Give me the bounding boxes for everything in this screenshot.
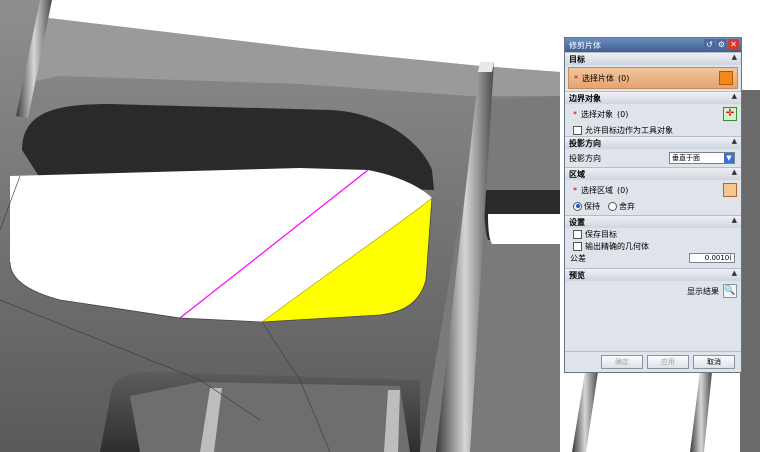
apply-button[interactable]: 应用 (647, 355, 689, 369)
keep-label: 保持 (584, 201, 600, 211)
select-sheet-row[interactable]: * 选择片体 (0) (568, 67, 738, 89)
keep-target-label: 保存目标 (585, 229, 617, 239)
crosshair-icon[interactable]: ✛ (723, 107, 737, 121)
close-icon[interactable]: ✕ (728, 39, 739, 50)
allow-target-edge-row[interactable]: 允许目标边作为工具对象 (565, 124, 741, 136)
sheet-body-icon[interactable] (719, 71, 733, 85)
output-exact-row[interactable]: 输出精确的几何体 (565, 240, 741, 252)
section-boundary-title: 边界对象 (569, 93, 601, 103)
select-region-label: 选择区域 (581, 185, 613, 195)
section-target-title: 目标 (569, 54, 585, 64)
region-option-row: 保持 舍弃 (565, 200, 741, 212)
gear-icon[interactable]: ⚙ (716, 39, 727, 50)
output-exact-checkbox[interactable] (573, 241, 582, 251)
tolerance-input[interactable]: 0.0010( (689, 253, 735, 263)
trim-sheet-dialog: 修剪片体 ↺ ⚙ ✕ 目标 ▲ * 选择片体 (0) 边界对象 ▲ * 选择对象… (564, 37, 742, 373)
tolerance-label: 公差 (570, 254, 586, 263)
dialog-title: 修剪片体 (569, 40, 601, 50)
collapse-icon[interactable]: ▲ (732, 137, 737, 145)
projection-label: 投影方向 (569, 153, 601, 163)
part-far-right-surface (740, 90, 760, 452)
tolerance-row: 公差 0.0010( (565, 252, 741, 265)
select-object-label: 选择对象 (581, 109, 613, 119)
keep-target-checkbox[interactable] (573, 229, 582, 239)
bottom-ledge (130, 382, 410, 452)
select-sheet-count: (0) (618, 73, 630, 83)
show-result-row[interactable]: 显示结果 🔍 (565, 281, 741, 301)
show-result-label: 显示结果 (687, 286, 719, 296)
keep-radio[interactable] (573, 201, 582, 211)
section-target-header[interactable]: 目标 ▲ (565, 52, 741, 65)
reset-icon[interactable]: ↺ (704, 39, 715, 50)
section-projection-title: 投影方向 (569, 138, 601, 148)
section-settings-title: 设置 (569, 217, 585, 227)
side-opening-inner (488, 214, 560, 244)
section-preview-title: 预览 (569, 270, 585, 280)
keep-target-row[interactable]: 保存目标 (565, 228, 741, 240)
magnifier-icon[interactable]: 🔍 (723, 284, 737, 298)
collapse-icon[interactable]: ▲ (732, 216, 737, 224)
section-settings-header[interactable]: 设置 ▲ (565, 215, 741, 228)
collapse-icon[interactable]: ▲ (732, 168, 737, 176)
collapse-icon[interactable]: ▲ (732, 269, 737, 277)
collapse-icon[interactable]: ▲ (732, 92, 737, 100)
select-region-count: (0) (617, 185, 629, 195)
section-projection-header[interactable]: 投影方向 ▲ (565, 136, 741, 149)
projection-dropdown[interactable]: 垂直于面 ▼ (669, 152, 735, 164)
required-star-icon: * (574, 73, 578, 83)
projection-dropdown-value: 垂直于面 (672, 154, 700, 162)
allow-target-edge-label: 允许目标边作为工具对象 (585, 125, 673, 135)
chevron-down-icon[interactable]: ▼ (724, 153, 734, 163)
collapse-icon[interactable]: ▲ (732, 53, 737, 61)
discard-radio[interactable] (608, 201, 617, 211)
section-region-title: 区域 (569, 169, 585, 179)
section-preview-header[interactable]: 预览 ▲ (565, 268, 741, 281)
dialog-titlebar[interactable]: 修剪片体 ↺ ⚙ ✕ (565, 38, 741, 52)
center-rib-edge (478, 62, 494, 72)
select-object-row[interactable]: * 选择对象 (0) ✛ (565, 104, 741, 124)
dialog-button-bar: 确定 应用 取消 (565, 351, 741, 372)
required-star-icon: * (573, 185, 577, 195)
select-sheet-label: 选择片体 (582, 73, 614, 83)
select-region-row[interactable]: * 选择区域 (0) (565, 180, 741, 200)
section-boundary-header[interactable]: 边界对象 ▲ (565, 91, 741, 104)
discard-label: 舍弃 (619, 201, 635, 211)
cancel-button[interactable]: 取消 (693, 355, 735, 369)
required-star-icon: * (573, 109, 577, 119)
ok-button[interactable]: 确定 (601, 355, 643, 369)
output-exact-label: 输出精确的几何体 (585, 241, 649, 251)
select-object-count: (0) (617, 109, 629, 119)
section-region-header[interactable]: 区域 ▲ (565, 167, 741, 180)
allow-target-edge-checkbox[interactable] (573, 125, 582, 135)
region-select-icon[interactable] (723, 183, 737, 197)
projection-row: 投影方向 垂直于面 ▼ (565, 149, 741, 167)
